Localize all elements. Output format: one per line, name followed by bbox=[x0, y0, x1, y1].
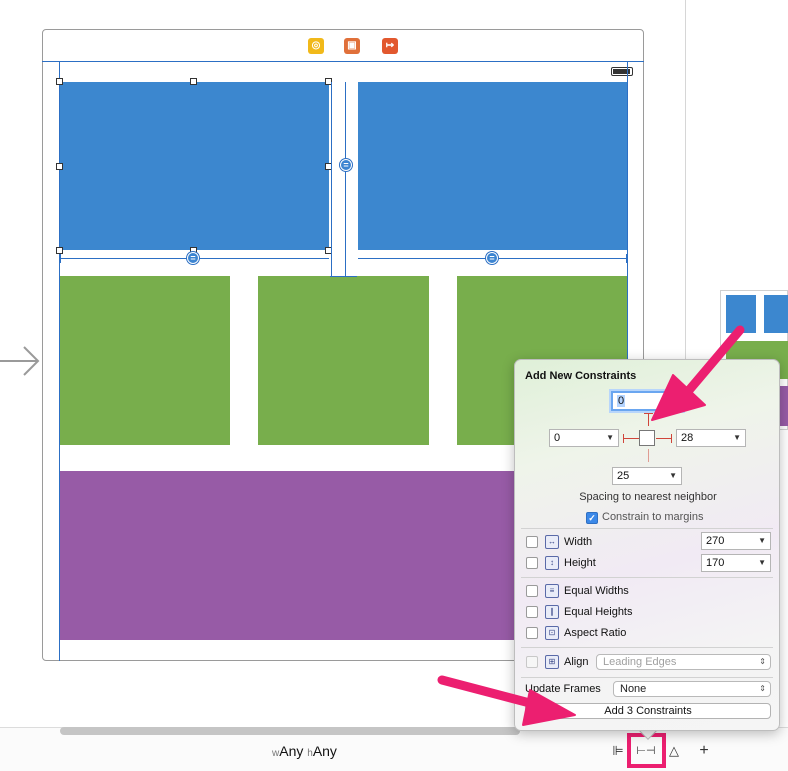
right-pin-line[interactable] bbox=[656, 438, 672, 439]
chevron-down-icon[interactable]: ▼ bbox=[669, 468, 677, 484]
constrain-margins-checkbox[interactable]: ✓ bbox=[586, 512, 598, 524]
top-spacing-value: 0 bbox=[617, 395, 626, 407]
aspect-ratio-label: Aspect Ratio bbox=[564, 627, 627, 639]
equal-widths-label: Equal Widths bbox=[564, 585, 629, 597]
align-icon: ⊞ bbox=[545, 655, 559, 669]
add-constraints-button[interactable]: Add 3 Constraints bbox=[525, 703, 771, 719]
resize-handle[interactable] bbox=[56, 163, 63, 170]
equal-constraint-badge[interactable]: = bbox=[486, 252, 498, 264]
first-responder-icon[interactable]: ▣ bbox=[344, 38, 360, 54]
align-label: Align bbox=[564, 656, 589, 668]
top-pin-line[interactable] bbox=[648, 413, 649, 426]
exit-icon[interactable]: ↦ bbox=[382, 38, 398, 54]
chevron-down-icon[interactable]: ▼ bbox=[758, 555, 766, 571]
left-spacing-value: 0 bbox=[554, 432, 561, 444]
left-pin-line[interactable] bbox=[623, 438, 639, 439]
thumb-blue-view bbox=[764, 295, 788, 333]
equal-heights-label: Equal Heights bbox=[564, 606, 633, 618]
bottom-spacing-field[interactable]: 25 ▼ bbox=[612, 467, 682, 485]
constraint-line bbox=[60, 254, 61, 263]
blue-view-right[interactable] bbox=[358, 82, 627, 250]
resolve-issues-icon[interactable]: △ bbox=[664, 742, 684, 760]
height-checkbox[interactable] bbox=[526, 557, 538, 569]
constraint-target-box bbox=[639, 430, 655, 446]
top-spacing-field[interactable]: 0 bbox=[611, 391, 683, 411]
chevron-down-icon[interactable]: ▼ bbox=[733, 430, 741, 446]
width-value: 270 bbox=[706, 535, 725, 547]
constraint-line bbox=[345, 82, 346, 276]
left-pin-cap bbox=[623, 434, 624, 443]
bottom-spacing-value: 25 bbox=[617, 470, 630, 482]
update-frames-label: Update Frames bbox=[525, 683, 601, 695]
blue-view-left[interactable] bbox=[60, 82, 329, 250]
aspect-ratio-icon: ⊡ bbox=[545, 626, 559, 640]
top-pin-cap bbox=[644, 413, 653, 414]
equal-widths-checkbox[interactable] bbox=[526, 585, 538, 597]
separator bbox=[521, 647, 773, 648]
size-class-height: Any bbox=[312, 743, 337, 759]
scene-dock: ◎ ▣ ↦ bbox=[43, 30, 643, 62]
updown-icon: ⇕ bbox=[759, 684, 766, 693]
separator bbox=[521, 577, 773, 578]
constraint-line bbox=[626, 254, 627, 263]
resize-handle[interactable] bbox=[190, 78, 197, 85]
left-spacing-field[interactable]: 0 ▼ bbox=[549, 429, 619, 447]
height-value-field[interactable]: 170 ▼ bbox=[701, 554, 771, 572]
chevron-down-icon[interactable]: ▼ bbox=[606, 430, 614, 446]
equal-constraint-badge[interactable]: = bbox=[340, 159, 352, 171]
view-controller-icon[interactable]: ◎ bbox=[308, 38, 324, 54]
width-checkbox[interactable] bbox=[526, 536, 538, 548]
updown-icon: ⇕ bbox=[759, 657, 766, 666]
height-label: Height bbox=[564, 557, 596, 569]
equal-constraint-badge[interactable]: = bbox=[187, 252, 199, 264]
initial-view-controller-arrow-icon bbox=[0, 346, 40, 376]
popover-title: Add New Constraints bbox=[525, 370, 637, 382]
chevron-down-icon[interactable]: ▼ bbox=[758, 533, 766, 549]
update-frames-popup[interactable]: None ⇕ bbox=[613, 681, 771, 697]
thumb-blue-view bbox=[726, 295, 756, 333]
align-checkbox[interactable] bbox=[526, 656, 538, 668]
width-icon: ↔ bbox=[545, 535, 559, 549]
width-value-field[interactable]: 270 ▼ bbox=[701, 532, 771, 550]
green-view-middle[interactable] bbox=[258, 276, 429, 445]
align-popup[interactable]: Leading Edges ⇕ bbox=[596, 654, 771, 670]
bottom-pin-line[interactable] bbox=[648, 449, 649, 462]
equal-widths-icon: ≡ bbox=[545, 584, 559, 598]
equal-heights-icon: ∥ bbox=[545, 605, 559, 619]
constraint-line bbox=[330, 276, 357, 277]
add-button-icon[interactable]: + bbox=[694, 742, 714, 760]
align-button-icon[interactable]: ⊫ bbox=[608, 742, 628, 760]
width-label: Width bbox=[564, 536, 593, 548]
right-pin-cap bbox=[671, 434, 672, 443]
height-icon: ↕ bbox=[545, 556, 559, 570]
spacing-label: Spacing to nearest neighbor bbox=[579, 491, 717, 503]
align-value: Leading Edges bbox=[603, 656, 677, 668]
add-new-constraints-popover: Add New Constraints 0 0 ▼ 28 ▼ 25 ▼ Spacing… bbox=[514, 359, 780, 731]
right-spacing-value: 28 bbox=[681, 432, 694, 444]
size-class-control[interactable]: wAny hAny bbox=[272, 743, 337, 759]
root-view-top-edge bbox=[42, 61, 644, 62]
separator bbox=[521, 528, 773, 529]
equal-heights-checkbox[interactable] bbox=[526, 606, 538, 618]
battery-icon bbox=[611, 67, 633, 76]
resize-handle[interactable] bbox=[56, 247, 63, 254]
resize-handle[interactable] bbox=[56, 78, 63, 85]
right-spacing-field[interactable]: 28 ▼ bbox=[676, 429, 746, 447]
constrain-margins-label: Constrain to margins bbox=[602, 511, 704, 523]
update-frames-value: None bbox=[620, 683, 647, 695]
green-view-left[interactable] bbox=[60, 276, 230, 445]
separator bbox=[521, 677, 773, 678]
height-value: 170 bbox=[706, 557, 725, 569]
horizontal-scrollbar[interactable] bbox=[60, 727, 520, 735]
size-class-width: Any bbox=[279, 743, 304, 759]
aspect-ratio-checkbox[interactable] bbox=[526, 627, 538, 639]
constraint-line bbox=[331, 82, 332, 276]
